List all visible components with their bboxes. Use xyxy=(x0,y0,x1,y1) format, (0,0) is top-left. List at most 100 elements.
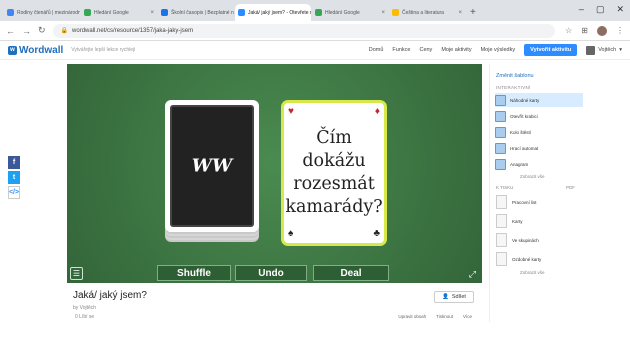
user-menu[interactable]: Vojtěch ▾ xyxy=(586,45,622,55)
embed-share-button[interactable]: </> xyxy=(8,186,20,199)
activity-info: Jaká/ jaký jsem? by Vojtěch 0 Líbí se 👤 … xyxy=(67,290,482,341)
browser-tab[interactable]: Hledání Google × xyxy=(312,4,388,21)
template-option-label: Otevřít krabici xyxy=(510,113,538,119)
printables-heading: K TISKU xyxy=(496,185,514,190)
game-menu-icon[interactable]: ☰ xyxy=(70,267,83,280)
create-activity-button[interactable]: Vytvořit aktivitu xyxy=(524,44,578,56)
template-option[interactable]: Hrací automat xyxy=(495,141,583,155)
template-option[interactable]: Anagram xyxy=(495,157,583,171)
template-thumbnail-icon xyxy=(495,158,506,170)
menu-my-results[interactable]: Moje výsledky xyxy=(481,47,516,53)
pdf-label[interactable]: PDF xyxy=(566,185,575,190)
minimize-icon[interactable]: – xyxy=(579,4,584,15)
more-link[interactable]: Více xyxy=(463,314,472,319)
printable-template[interactable]: Ozdobné karty xyxy=(496,251,583,267)
tab-label: Školní časopis | Bezplatné nápady xyxy=(171,9,234,16)
user-avatar xyxy=(586,45,596,55)
template-option[interactable]: Náhodné karty xyxy=(495,93,583,107)
switch-template-heading: Změnit šablonu xyxy=(496,73,534,79)
template-option[interactable]: Otevřít krabici xyxy=(495,109,583,123)
twitter-share-button[interactable]: t xyxy=(8,171,20,184)
maximize-icon[interactable]: ▢ xyxy=(596,4,605,15)
activity-author[interactable]: by Vojtěch xyxy=(73,305,482,311)
printable-template-label: Ve skupinách xyxy=(512,237,539,243)
chevron-down-icon: ▾ xyxy=(619,47,622,53)
tab-close-icon[interactable]: × xyxy=(458,10,462,16)
tab-label: Jaká/ jaký jsem? - Otevřete rám xyxy=(248,9,311,16)
main-menu: Domů Funkce Ceny Moje aktivity Moje výsl… xyxy=(369,44,622,56)
printable-template[interactable]: Pracovní list xyxy=(496,194,583,210)
browser-tab[interactable]: Jaká/ jaký jsem? - Otevřete rám× xyxy=(235,4,311,21)
template-option-label: Anagram xyxy=(510,161,529,167)
printable-thumbnail-icon xyxy=(496,195,507,209)
wordwall-logo[interactable]: w Wordwall xyxy=(8,45,63,56)
show-all-printables-link[interactable]: Zobrazit vše xyxy=(520,270,583,275)
fullscreen-icon[interactable]: ⤢ xyxy=(469,269,476,280)
tab-favicon-icon xyxy=(161,9,168,16)
menu-my-activities[interactable]: Moje aktivity xyxy=(441,47,471,53)
browser-tab[interactable]: Čeština a literatura × xyxy=(389,4,465,21)
shuffle-button[interactable]: Shuffle xyxy=(157,265,231,281)
extensions-icon[interactable]: ⊞ xyxy=(581,26,588,35)
template-option-label: Náhodné karty xyxy=(510,97,540,103)
address-bar: ← → ↻ 🔒 wordwall.net/cs/resource/1357/ja… xyxy=(0,21,630,41)
tab-close-icon[interactable]: × xyxy=(381,10,385,16)
window-controls: – ▢ ✕ xyxy=(579,4,624,15)
tab-favicon-icon xyxy=(84,9,91,16)
printable-template-label: Karty xyxy=(512,218,523,224)
browser-menu-icon[interactable]: ⋮ xyxy=(616,26,624,35)
menu-pricing[interactable]: Ceny xyxy=(419,47,432,53)
template-thumbnail-icon xyxy=(495,110,506,122)
printable-thumbnail-icon xyxy=(496,214,507,228)
new-tab-button[interactable]: + xyxy=(470,4,476,21)
card-back[interactable]: WW xyxy=(165,100,259,232)
dealt-card[interactable]: ♥ ♦ ♠ ♣ Čím dokážu rozesmát kamarády? xyxy=(281,100,387,246)
tab-close-icon[interactable]: × xyxy=(150,10,154,16)
print-link[interactable]: Tisknout xyxy=(436,314,453,319)
printable-thumbnail-icon xyxy=(496,233,507,247)
back-icon[interactable]: ← xyxy=(6,26,15,36)
template-option-label: Kolo štěstí xyxy=(510,129,532,135)
template-option[interactable]: Kolo štěstí xyxy=(495,125,583,139)
star-icon[interactable]: ☆ xyxy=(565,26,572,35)
interactives-heading: INTERAKTIVNÍ xyxy=(496,85,531,90)
share-button[interactable]: 👤 Sdílet xyxy=(434,291,474,303)
reload-icon[interactable]: ↻ xyxy=(38,25,46,36)
game-controls: ☰ Shuffle Undo Deal ⤢ xyxy=(67,263,482,283)
tab-label: Hledání Google xyxy=(325,9,360,16)
menu-features[interactable]: Funkce xyxy=(392,47,410,53)
deal-button[interactable]: Deal xyxy=(313,265,389,281)
activity-title: Jaká/ jaký jsem? xyxy=(73,290,147,301)
wordwall-emblem: WW xyxy=(191,155,233,177)
undo-button[interactable]: Undo xyxy=(235,265,307,281)
browser-tab[interactable]: Rodiny čtenářů | mezinárodní den× xyxy=(4,4,80,21)
game-stage: WW ♥ ♦ ♠ ♣ Čím dokážu rozesmát kamarády?… xyxy=(67,64,482,283)
printable-template[interactable]: Karty xyxy=(496,213,583,229)
printable-template[interactable]: Ve skupinách xyxy=(496,232,583,248)
menu-home[interactable]: Domů xyxy=(369,47,384,53)
facebook-share-button[interactable]: f xyxy=(8,156,20,169)
activity-options: Upravit obsah Tisknout Více xyxy=(398,314,472,319)
browser-tab[interactable]: Hledání Google × xyxy=(81,4,157,21)
template-thumbnail-icon xyxy=(495,142,506,154)
show-all-link[interactable]: Zobrazit vše xyxy=(520,174,583,179)
tagline: Vytvářejte lepší lekce rychleji xyxy=(71,47,136,53)
browser-tab[interactable]: Školní časopis | Bezplatné nápady× xyxy=(158,4,234,21)
template-option-label: Hrací automat xyxy=(510,145,539,151)
tab-favicon-icon xyxy=(238,9,245,16)
forward-icon[interactable]: → xyxy=(22,26,31,36)
card-deck[interactable]: WW xyxy=(165,100,259,238)
printable-thumbnail-icon xyxy=(496,252,507,266)
browser-tab-strip: Rodiny čtenářů | mezinárodní den×Hledání… xyxy=(0,0,630,21)
template-thumbnail-icon xyxy=(495,94,506,106)
tab-favicon-icon xyxy=(392,9,399,16)
tab-label: Hledání Google xyxy=(94,9,129,16)
profile-avatar[interactable] xyxy=(597,25,607,36)
edit-content-link[interactable]: Upravit obsah xyxy=(398,314,426,319)
tab-label: Čeština a literatura xyxy=(402,9,444,16)
social-share-bar: f t </> xyxy=(8,156,20,199)
lock-icon: 🔒 xyxy=(60,28,69,34)
close-icon[interactable]: ✕ xyxy=(616,4,624,15)
url-field[interactable]: 🔒 wordwall.net/cs/resource/1357/jaka-jak… xyxy=(52,23,556,38)
card-question: Čím dokážu rozesmát kamarády? xyxy=(285,128,383,217)
